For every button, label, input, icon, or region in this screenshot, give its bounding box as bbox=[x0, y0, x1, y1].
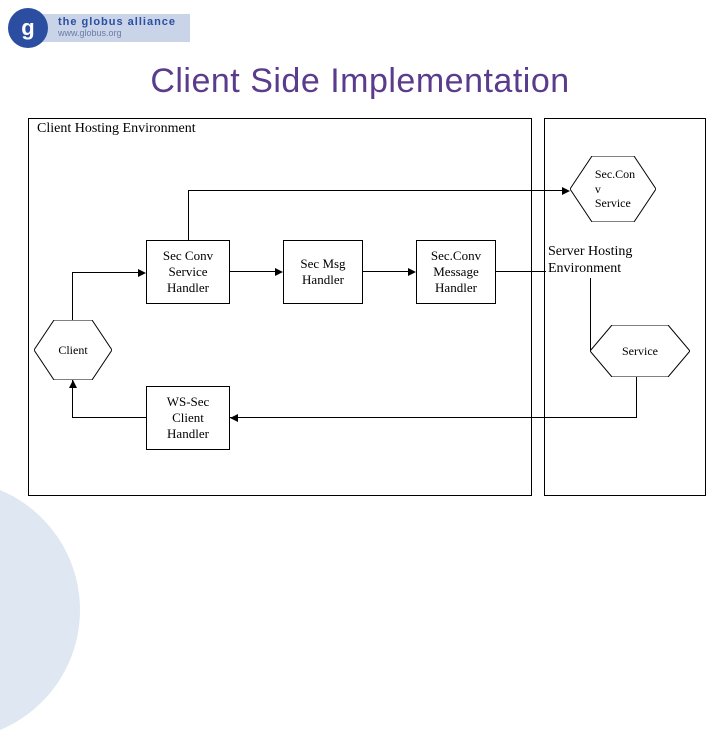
arrow-head-scsh-to-smh bbox=[275, 268, 283, 276]
arrow-head-wssec-to-client bbox=[69, 380, 77, 388]
arrow-scsh-to-smh bbox=[230, 271, 276, 272]
arrow-head-client-to-scsh bbox=[138, 269, 146, 277]
arrow-scsh-up bbox=[188, 190, 189, 240]
sec-conv-message-handler-box: Sec.ConvMessageHandler bbox=[416, 240, 496, 304]
arrow-head-to-wssec bbox=[230, 414, 238, 422]
client-hex-label: Client bbox=[34, 320, 112, 380]
logo-main: the globus alliance bbox=[58, 16, 176, 29]
globus-logo-icon: g bbox=[8, 8, 48, 48]
logo-text: the globus alliance www.globus.org bbox=[42, 14, 190, 43]
arrow-client-to-scsh bbox=[72, 272, 139, 273]
service-hex: Service bbox=[590, 325, 690, 377]
arrow-smh-to-scmh bbox=[363, 271, 409, 272]
client-env-label: Client Hosting Environment bbox=[37, 121, 196, 137]
server-env-label: Server Hosting Environment bbox=[546, 244, 666, 278]
arrow-head-smh-to-scmh bbox=[408, 268, 416, 276]
slide-title: Client Side Implementation bbox=[0, 62, 720, 101]
arrow-service-down bbox=[636, 377, 637, 417]
arrow-head-to-secconvservice bbox=[562, 187, 570, 195]
decorative-arc bbox=[0, 480, 80, 740]
sec-msg-handler-box: Sec MsgHandler bbox=[283, 240, 363, 304]
sec-conv-service-handler-box: Sec ConvServiceHandler bbox=[146, 240, 230, 304]
service-hex-label: Service bbox=[590, 325, 690, 377]
arrow-client-up bbox=[72, 272, 73, 320]
arrow-service-left bbox=[230, 417, 637, 418]
client-hex: Client bbox=[34, 320, 112, 380]
arrow-scsh-right bbox=[188, 190, 564, 191]
sec-conv-service-hex: Sec.ConvService bbox=[570, 156, 656, 222]
ws-sec-client-handler-box: WS-SecClientHandler bbox=[146, 386, 230, 450]
logo-sub: www.globus.org bbox=[58, 28, 176, 38]
arrow-wssec-left bbox=[72, 417, 146, 418]
logo: g the globus alliance www.globus.org bbox=[8, 8, 190, 48]
sec-conv-service-label: Sec.ConvService bbox=[570, 156, 656, 222]
client-hosting-environment: Client Hosting Environment bbox=[28, 118, 532, 496]
